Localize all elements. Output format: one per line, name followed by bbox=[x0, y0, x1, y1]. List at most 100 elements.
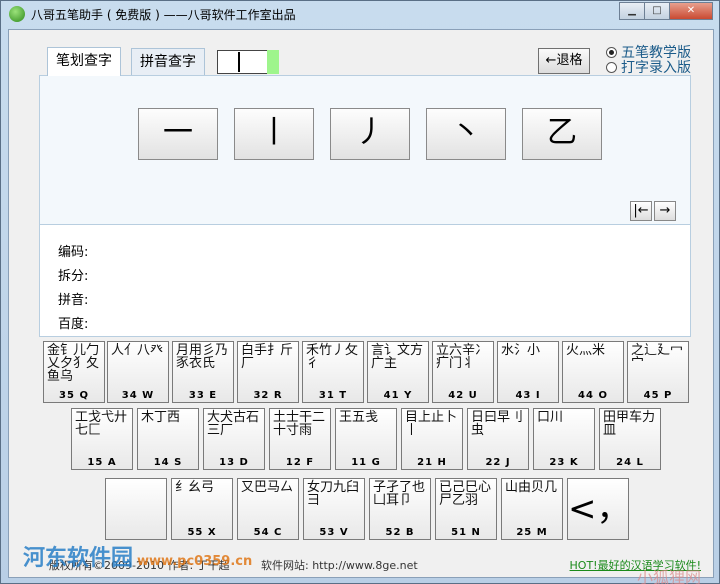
key-roots: 立六辛冫疒门丬 bbox=[436, 343, 489, 371]
mode-radio-teaching[interactable]: 五笔教学版 bbox=[606, 46, 691, 61]
window-title: 八哥五笔助手 ( 免费版 ) ——八哥软件工作室出品 bbox=[31, 8, 296, 22]
split-label: 拆分: bbox=[58, 269, 89, 284]
stroke-button-turning[interactable]: 乙 bbox=[522, 108, 602, 160]
key-roots: 火灬米 bbox=[566, 343, 606, 358]
maximize-button[interactable]: □ bbox=[644, 2, 670, 20]
code-label: 编码: bbox=[58, 245, 89, 260]
key-y[interactable]: 言讠文方广主 41 Y bbox=[367, 341, 429, 403]
key-t[interactable]: 禾竹丿攵彳 31 T bbox=[302, 341, 364, 403]
next-page-button[interactable]: → bbox=[654, 201, 676, 221]
key-roots bbox=[109, 481, 165, 525]
key-u[interactable]: 立六辛冫疒门丬 42 U bbox=[432, 341, 494, 403]
watermark-right: 小狐狸网 bbox=[636, 568, 701, 584]
key-z[interactable] bbox=[105, 478, 167, 540]
key-x[interactable]: 纟幺弓 55 X bbox=[171, 478, 233, 540]
key-code: 33 E bbox=[188, 390, 218, 401]
key-code: 53 V bbox=[319, 527, 349, 538]
radio-selected-icon bbox=[606, 47, 617, 58]
stroke-button-horizontal[interactable]: 一 bbox=[138, 108, 218, 160]
mode-label-teaching: 五笔教学版 bbox=[621, 45, 691, 61]
key-code: 24 L bbox=[616, 457, 644, 468]
key-r[interactable]: 白手扌斤厂 32 R bbox=[237, 341, 299, 403]
key-c[interactable]: 又巴马厶 54 C bbox=[237, 478, 299, 540]
key-roots: 木丁西 bbox=[141, 410, 181, 425]
key-s[interactable]: 木丁西 14 S bbox=[137, 408, 199, 470]
key-code: 23 K bbox=[549, 457, 579, 468]
key-w[interactable]: 人亻八癶 34 W bbox=[107, 341, 169, 403]
key-code: 14 S bbox=[153, 457, 183, 468]
baidu-label: 百度: bbox=[58, 317, 89, 332]
key-code: 13 D bbox=[219, 457, 249, 468]
key-g[interactable]: 王五戋 11 G bbox=[335, 408, 397, 470]
watermark-left: 河东软件园 www.pc0359.cn bbox=[23, 540, 252, 572]
watermark-left-url: www.pc0359.cn bbox=[137, 554, 253, 569]
key-code: 51 N bbox=[451, 527, 481, 538]
key-o[interactable]: 火灬米 44 O bbox=[562, 341, 624, 403]
key-k[interactable]: 口川 23 K bbox=[533, 408, 595, 470]
window-controls: ▁ □ ✕ bbox=[619, 2, 713, 20]
stroke-button-left-falling[interactable]: 丿 bbox=[330, 108, 410, 160]
key-p[interactable]: 之辶廴冖宀 45 P bbox=[627, 341, 689, 403]
key-q[interactable]: 金钅儿勹乂夕犭夂鱼乌 35 Q bbox=[43, 341, 105, 403]
key-l[interactable]: 田甲车力皿 24 L bbox=[599, 408, 661, 470]
client-area: 笔划查字 拼音查字 ←退格 五笔教学版 打字录入版 一 丨 丿 丶 乙 |← →… bbox=[8, 29, 714, 584]
key-code: 52 B bbox=[385, 527, 415, 538]
key-roots: 田甲车力皿 bbox=[603, 410, 656, 438]
key-roots: 日曰早刂虫 bbox=[471, 410, 524, 438]
key-roots: 子孑了也凵耳卩 bbox=[373, 480, 426, 508]
key-i[interactable]: 水氵小 43 I bbox=[497, 341, 559, 403]
key-roots: 纟幺弓 bbox=[175, 480, 215, 495]
key-code: 35 Q bbox=[59, 390, 89, 401]
key-v[interactable]: 女刀九臼彐 53 V bbox=[303, 478, 365, 540]
key-code: 54 C bbox=[253, 527, 283, 538]
key-roots: 白手扌斤厂 bbox=[241, 343, 294, 371]
key-code: 45 P bbox=[643, 390, 673, 401]
radio-unselected-icon bbox=[606, 62, 617, 73]
key-j[interactable]: 日曰早刂虫 22 J bbox=[467, 408, 529, 470]
key-d[interactable]: 大犬古石三厂 13 D bbox=[203, 408, 265, 470]
key-roots: 又巴马厶 bbox=[241, 480, 294, 495]
key-roots: 已己巳心尸乙羽 bbox=[439, 480, 492, 508]
key-roots: 之辶廴冖宀 bbox=[631, 343, 684, 371]
prev-page-button[interactable]: |← bbox=[630, 201, 652, 221]
mode-radio-typing[interactable]: 打字录入版 bbox=[606, 61, 691, 76]
key-f[interactable]: 土士干二十寸雨 12 F bbox=[269, 408, 331, 470]
key-code: 25 M bbox=[516, 527, 548, 538]
key-roots: 月用彡乃豕衣氏 bbox=[176, 343, 229, 371]
app-window: 八哥五笔助手 ( 免费版 ) ——八哥软件工作室出品 ▁ □ ✕ 笔划查字 拼音… bbox=[0, 0, 720, 584]
key-a[interactable]: 工戈弋廾七匚 15 A bbox=[71, 408, 133, 470]
stroke-button-vertical[interactable]: 丨 bbox=[234, 108, 314, 160]
key-roots: 金钅儿勹乂夕犭夂鱼乌 bbox=[47, 343, 100, 384]
key-code: 44 O bbox=[578, 390, 608, 401]
key-code: 34 W bbox=[121, 390, 155, 401]
key-comma[interactable]: <， bbox=[567, 478, 629, 540]
key-e[interactable]: 月用彡乃豕衣氏 33 E bbox=[172, 341, 234, 403]
key-code: 12 F bbox=[285, 457, 315, 468]
key-n[interactable]: 已己巳心尸乙羽 51 N bbox=[435, 478, 497, 540]
key-roots: 女刀九臼彐 bbox=[307, 480, 360, 508]
tab-stroke-lookup[interactable]: 笔划查字 bbox=[47, 47, 121, 76]
minimize-button[interactable]: ▁ bbox=[619, 2, 645, 20]
key-code: 32 R bbox=[253, 390, 283, 401]
backspace-button[interactable]: ←退格 bbox=[538, 48, 590, 74]
key-roots: 工戈弋廾七匚 bbox=[75, 410, 128, 438]
stroke-input-box[interactable] bbox=[217, 50, 269, 74]
key-code: 43 I bbox=[515, 390, 541, 401]
close-button[interactable]: ✕ bbox=[669, 2, 713, 20]
info-area: 编码: 拆分: 拼音: 百度: bbox=[39, 225, 691, 337]
key-code: 22 J bbox=[485, 457, 511, 468]
app-logo-icon bbox=[9, 6, 25, 22]
key-roots: 口川 bbox=[537, 410, 564, 425]
key-symbol: <， bbox=[568, 489, 629, 529]
key-b[interactable]: 子孑了也凵耳卩 52 B bbox=[369, 478, 431, 540]
watermark-left-title: 河东软件园 bbox=[23, 546, 134, 571]
key-code: 15 A bbox=[87, 457, 117, 468]
key-m[interactable]: 山由贝几 25 M bbox=[501, 478, 563, 540]
key-code: 41 Y bbox=[383, 390, 413, 401]
key-roots: 人亻八癶 bbox=[111, 343, 164, 358]
stroke-button-dot[interactable]: 丶 bbox=[426, 108, 506, 160]
key-code: 42 U bbox=[448, 390, 478, 401]
key-h[interactable]: 目上止卜丨 21 H bbox=[401, 408, 463, 470]
tab-pinyin-lookup[interactable]: 拼音查字 bbox=[131, 48, 205, 75]
key-code: 31 T bbox=[318, 390, 348, 401]
